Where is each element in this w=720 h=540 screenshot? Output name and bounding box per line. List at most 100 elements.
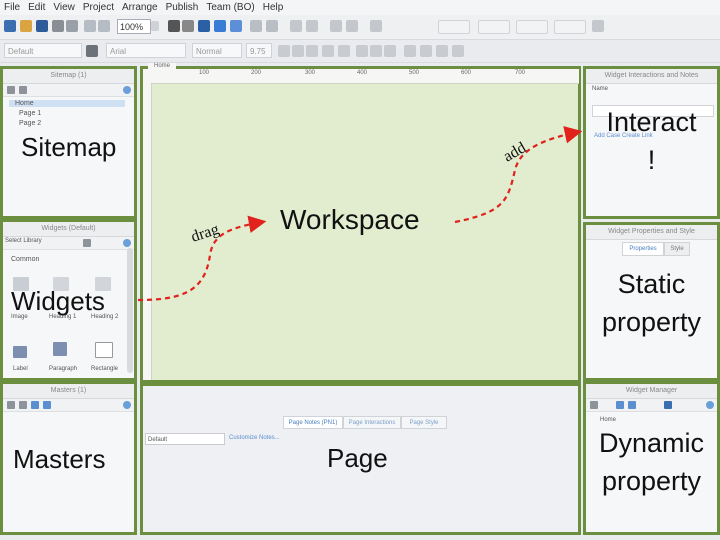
workspace-tab[interactable]: Home bbox=[148, 63, 177, 69]
page-item-page1[interactable]: Page 1 bbox=[19, 110, 134, 117]
add-folder-icon[interactable] bbox=[19, 401, 27, 409]
library-select[interactable]: Select Library bbox=[5, 238, 42, 244]
cut-icon[interactable] bbox=[52, 20, 64, 32]
arrow-down-icon[interactable] bbox=[43, 401, 51, 409]
fill-color-icon[interactable] bbox=[404, 45, 416, 57]
label-widget-icon[interactable] bbox=[13, 346, 27, 358]
underline-icon[interactable] bbox=[306, 45, 318, 57]
sitemap-toolbar bbox=[3, 84, 134, 97]
font-select[interactable]: Arial bbox=[106, 43, 186, 58]
page-overlay-label: Page bbox=[327, 443, 388, 473]
widgets-panel: Widgets (Default) Select Library Common … bbox=[0, 219, 137, 381]
menu-project[interactable]: Project bbox=[83, 0, 114, 15]
rectangle-widget-icon[interactable] bbox=[95, 342, 113, 358]
menu-edit[interactable]: Edit bbox=[28, 0, 45, 15]
page-item-home[interactable]: Home bbox=[9, 100, 125, 107]
page-item-page2[interactable]: Page 2 bbox=[19, 120, 134, 127]
ungroup-icon[interactable] bbox=[266, 20, 278, 32]
lock-icon[interactable] bbox=[370, 20, 382, 32]
redo-icon[interactable] bbox=[98, 20, 110, 32]
main-toolbar: 100% bbox=[0, 15, 720, 40]
hidden-icon[interactable] bbox=[592, 20, 604, 32]
arrow-up-icon[interactable] bbox=[616, 401, 624, 409]
font-color-icon[interactable] bbox=[322, 45, 334, 57]
add-master-icon[interactable] bbox=[7, 401, 15, 409]
chevron-down-icon[interactable] bbox=[151, 21, 159, 31]
arrow-up-icon[interactable] bbox=[31, 401, 39, 409]
menu-file[interactable]: File bbox=[4, 0, 20, 15]
widgets-toolbar: Select Library bbox=[3, 237, 134, 250]
widget-label-paragraph: Paragraph bbox=[49, 366, 78, 372]
format-painter-icon[interactable] bbox=[86, 45, 98, 57]
ruler-tick: 500 bbox=[409, 70, 420, 76]
customize-notes-link[interactable]: Customize Notes... bbox=[229, 435, 280, 441]
open-folder-icon[interactable] bbox=[20, 20, 32, 32]
masters-panel: Masters (1) Masters bbox=[0, 381, 137, 535]
menu-publish[interactable]: Publish bbox=[166, 0, 199, 15]
ruler-tick: 100 bbox=[199, 70, 210, 76]
menu-arrange[interactable]: Arrange bbox=[122, 0, 158, 15]
add-icon[interactable] bbox=[590, 401, 598, 409]
menu-view[interactable]: View bbox=[53, 0, 75, 15]
tab-page-notes[interactable]: Page Notes (PN1) bbox=[283, 416, 343, 429]
properties-header: Widget Properties and Style bbox=[586, 225, 717, 240]
weight-select[interactable]: Normal bbox=[192, 43, 242, 58]
style-select[interactable]: Default bbox=[4, 43, 82, 58]
save-icon[interactable] bbox=[36, 20, 48, 32]
arrow-down-icon[interactable] bbox=[628, 401, 636, 409]
filter-icon[interactable] bbox=[664, 401, 672, 409]
ruler-tick: 200 bbox=[251, 70, 262, 76]
zoom-select[interactable]: 100% bbox=[117, 19, 151, 34]
add-folder-icon[interactable] bbox=[19, 86, 27, 94]
group-icon[interactable] bbox=[250, 20, 262, 32]
menu-help[interactable]: Help bbox=[263, 0, 284, 15]
notes-select[interactable]: Default bbox=[145, 433, 225, 445]
line-style-icon[interactable] bbox=[436, 45, 448, 57]
bold-icon[interactable] bbox=[278, 45, 290, 57]
align-icon[interactable] bbox=[330, 20, 342, 32]
send-back-icon[interactable] bbox=[306, 20, 318, 32]
tab-page-interactions[interactable]: Page Interactions bbox=[343, 416, 401, 429]
height-icon[interactable] bbox=[554, 20, 586, 34]
widgets-overlay-label: Widgets bbox=[11, 286, 105, 316]
distribute-icon[interactable] bbox=[346, 20, 358, 32]
add-page-icon[interactable] bbox=[7, 86, 15, 94]
tab-properties[interactable]: Properties bbox=[622, 242, 664, 256]
preview-icon[interactable] bbox=[198, 20, 210, 32]
y-coord-icon[interactable] bbox=[478, 20, 510, 34]
widget-manager-toolbar bbox=[586, 399, 717, 412]
search-icon[interactable] bbox=[123, 239, 131, 247]
tab-style[interactable]: Style bbox=[664, 242, 690, 256]
italic-icon[interactable] bbox=[292, 45, 304, 57]
align-center-icon[interactable] bbox=[370, 45, 382, 57]
undo-icon[interactable] bbox=[84, 20, 96, 32]
tab-page-style[interactable]: Page Style bbox=[401, 416, 447, 429]
page-node-home[interactable]: Home bbox=[600, 417, 717, 423]
font-size-select[interactable]: 9.75 bbox=[246, 43, 272, 58]
shadow-icon[interactable] bbox=[452, 45, 464, 57]
vertical-ruler bbox=[143, 83, 152, 380]
menu-team[interactable]: Team (BO) bbox=[206, 0, 254, 15]
widget-group-common[interactable]: Common bbox=[11, 256, 134, 263]
pointer-icon[interactable] bbox=[168, 20, 180, 32]
search-icon[interactable] bbox=[706, 401, 714, 409]
scrollbar[interactable] bbox=[127, 248, 133, 373]
publish-icon[interactable] bbox=[230, 20, 242, 32]
bring-front-icon[interactable] bbox=[290, 20, 302, 32]
search-icon[interactable] bbox=[123, 401, 131, 409]
copy-icon[interactable] bbox=[66, 20, 78, 32]
paragraph-widget-icon[interactable] bbox=[53, 342, 67, 356]
ruler-tick: 600 bbox=[461, 70, 472, 76]
search-icon[interactable] bbox=[123, 86, 131, 94]
menu-icon[interactable] bbox=[83, 239, 91, 247]
connector-icon[interactable] bbox=[182, 20, 194, 32]
widgets-header: Widgets (Default) bbox=[3, 222, 134, 237]
list-icon[interactable] bbox=[338, 45, 350, 57]
x-coord-icon[interactable] bbox=[438, 20, 470, 34]
align-left-icon[interactable] bbox=[356, 45, 368, 57]
align-right-icon[interactable] bbox=[384, 45, 396, 57]
width-icon[interactable] bbox=[516, 20, 548, 34]
share-icon[interactable] bbox=[214, 20, 226, 32]
line-color-icon[interactable] bbox=[420, 45, 432, 57]
new-file-icon[interactable] bbox=[4, 20, 16, 32]
